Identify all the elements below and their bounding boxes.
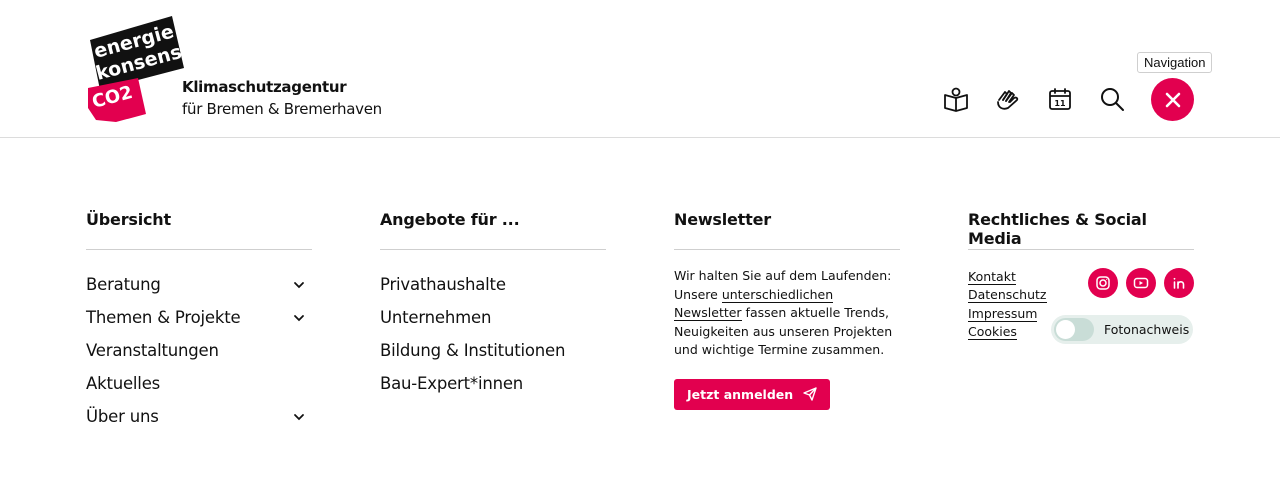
youtube-icon[interactable] <box>1126 268 1156 298</box>
menu-item-label: Aktuelles <box>86 374 161 393</box>
menu-item-label: Beratung <box>86 275 161 294</box>
menu-item-beratung[interactable]: Beratung <box>86 268 312 301</box>
chevron-down-icon[interactable] <box>292 311 306 325</box>
agency-line-1: Klimaschutzagentur <box>182 78 347 96</box>
menu-item-themen-projekte[interactable]: Themen & Projekte <box>86 301 312 334</box>
search-icon[interactable] <box>1099 86 1125 112</box>
social-links <box>1088 268 1194 298</box>
send-icon <box>803 387 817 401</box>
offers-title: Angebote für ... <box>380 210 520 229</box>
photo-credits-toggle[interactable]: Fotonachweis <box>1051 315 1193 344</box>
legal-title: Rechtliches & Social Media <box>968 210 1147 248</box>
hands-icon[interactable] <box>995 86 1021 112</box>
newsletter-signup-button[interactable]: Jetzt anmelden <box>674 378 831 410</box>
agency-line-2: für Bremen & Bremerhaven <box>182 100 382 118</box>
chevron-down-icon[interactable] <box>292 278 306 292</box>
overview-title: Übersicht <box>86 210 171 229</box>
menu-item-label: Privathaushalte <box>380 275 506 294</box>
close-icon <box>1165 92 1180 107</box>
menu-item-bau-expertinnen[interactable]: Bau-Expert*innen <box>380 367 606 400</box>
menu-item-privathaushalte[interactable]: Privathaushalte <box>380 268 606 301</box>
menu-item-veranstaltungen[interactable]: Veranstaltungen <box>86 334 312 367</box>
newsletter-column: Newsletter Wir halten Sie auf dem Laufen… <box>674 210 900 410</box>
menu-item-aktuelles[interactable]: Aktuelles <box>86 367 312 400</box>
menu-item-bildung-institutionen[interactable]: Bildung & Institutionen <box>380 334 606 367</box>
divider <box>380 249 606 250</box>
close-navigation-button[interactable] <box>1151 78 1194 121</box>
newsletter-signup-label: Jetzt anmelden <box>687 386 794 402</box>
calendar-icon[interactable]: 11 <box>1047 86 1073 112</box>
offers-column: Angebote für ... Privathaushalte Unterne… <box>380 210 606 400</box>
menu-item-label: Über uns <box>86 407 159 426</box>
divider <box>674 249 900 250</box>
offers-menu: Privathaushalte Unternehmen Bildung & In… <box>380 268 606 400</box>
overview-column: Übersicht Beratung Themen & Projekte Ver… <box>86 210 312 433</box>
calendar-day: 11 <box>1054 99 1066 108</box>
energiekonsens-logo[interactable]: energie konsens CO2 <box>86 16 186 124</box>
instagram-icon[interactable] <box>1088 268 1118 298</box>
overview-menu: Beratung Themen & Projekte Veranstaltung… <box>86 268 312 433</box>
menu-item-label: Bau-Expert*innen <box>380 374 524 393</box>
divider <box>86 249 312 250</box>
menu-item-label: Bildung & Institutionen <box>380 341 566 360</box>
newsletter-description: Wir halten Sie auf dem Laufenden: Unsere… <box>674 267 900 360</box>
toggle-track[interactable] <box>1054 318 1094 341</box>
toggle-label: Fotonachweis <box>1104 322 1190 337</box>
link-cookies[interactable]: Cookies <box>968 323 1017 340</box>
link-kontakt[interactable]: Kontakt <box>968 269 1016 285</box>
menu-item-label: Themen & Projekte <box>86 308 241 327</box>
link-impressum[interactable]: Impressum <box>968 305 1038 322</box>
navigation-tooltip: Navigation <box>1137 52 1213 73</box>
link-datenschutz[interactable]: Datenschutz <box>968 287 1047 304</box>
toggle-knob <box>1056 320 1075 339</box>
menu-item-label: Veranstaltungen <box>86 341 219 360</box>
menu-item-ueber-uns[interactable]: Über uns <box>86 400 312 433</box>
agency-name: Klimaschutzagentur für Bremen & Bremerha… <box>182 78 382 118</box>
legal-section: Kontakt Datenschutz Impressum Cookies Fo… <box>968 268 1194 348</box>
logo-graphic: energie konsens CO2 <box>88 16 184 122</box>
menu-item-label: Unternehmen <box>380 308 492 327</box>
newsletter-title: Newsletter <box>674 210 771 229</box>
menu-item-unternehmen[interactable]: Unternehmen <box>380 301 606 334</box>
linkedin-icon[interactable] <box>1164 268 1194 298</box>
chevron-down-icon[interactable] <box>292 410 306 424</box>
site-header: energie konsens CO2 Klimaschutzagentur f… <box>0 0 1280 138</box>
divider <box>968 249 1194 250</box>
book-map-icon[interactable] <box>943 86 969 112</box>
legal-column: Rechtliches & Social Media Kontakt Daten… <box>968 210 1194 348</box>
